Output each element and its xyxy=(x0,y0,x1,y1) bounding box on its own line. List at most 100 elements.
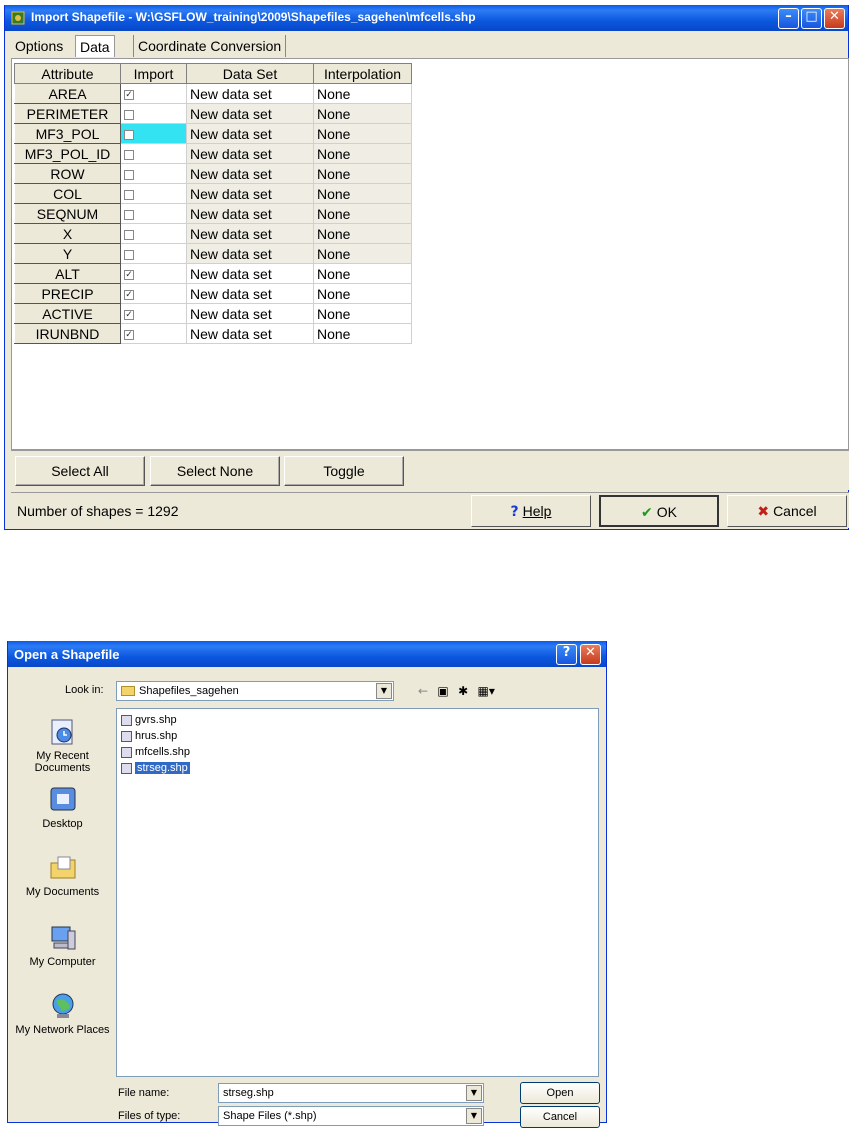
column-header-interpolation[interactable]: Interpolation xyxy=(313,63,412,84)
open-dialog-cancel-button[interactable]: Cancel xyxy=(520,1106,600,1128)
column-header-import[interactable]: Import xyxy=(120,63,187,84)
cell-import[interactable] xyxy=(120,163,187,184)
tab-options[interactable]: Options xyxy=(11,35,67,57)
cell-data-set[interactable]: New data set xyxy=(186,103,314,124)
open-dialog-close-button[interactable]: ✕ xyxy=(580,644,601,665)
import-checkbox[interactable] xyxy=(124,189,134,200)
cell-interpolation[interactable]: None xyxy=(313,283,412,304)
cell-data-set[interactable]: New data set xyxy=(186,223,314,244)
file-type-select[interactable]: Shape Files (*.shp) ▼ xyxy=(218,1106,484,1126)
cell-import[interactable] xyxy=(120,183,187,204)
cell-interpolation[interactable]: None xyxy=(313,203,412,224)
dropdown-arrow-icon[interactable]: ▼ xyxy=(466,1085,482,1101)
import-dialog-titlebar[interactable]: Import Shapefile - W:\GSFLOW_training\20… xyxy=(5,5,848,31)
import-checkbox[interactable] xyxy=(124,149,134,160)
table-row[interactable]: Y New data set None xyxy=(14,243,412,264)
look-in-combo[interactable]: Shapefiles_sagehen ▼ xyxy=(116,681,394,701)
import-checkbox[interactable]: ✓ xyxy=(124,269,134,280)
table-row[interactable]: MF3_POL_ID New data set None xyxy=(14,143,412,164)
place-my-documents[interactable]: My Documents xyxy=(15,853,110,898)
cell-interpolation[interactable]: None xyxy=(313,163,412,184)
cell-interpolation[interactable]: None xyxy=(313,243,412,264)
help-button[interactable]: ? Help xyxy=(471,495,591,527)
cell-interpolation[interactable]: None xyxy=(313,143,412,164)
cell-data-set[interactable]: New data set xyxy=(186,283,314,304)
help-title-button[interactable]: ? xyxy=(556,644,577,665)
tab-coordinate-conversion[interactable]: Coordinate Conversion xyxy=(133,35,287,57)
new-folder-icon[interactable]: ✱ xyxy=(458,684,468,698)
file-item-hrus[interactable]: hrus.shp xyxy=(121,729,177,744)
select-all-button[interactable]: Select All xyxy=(15,456,145,486)
table-row[interactable]: SEQNUM New data set None xyxy=(14,203,412,224)
cell-import[interactable] xyxy=(120,123,187,144)
cell-import[interactable]: ✓ xyxy=(120,283,187,304)
cell-import[interactable]: ✓ xyxy=(120,263,187,284)
place-recent-documents[interactable]: My Recent Documents xyxy=(15,717,110,774)
cell-interpolation[interactable]: None xyxy=(313,263,412,284)
cell-data-set[interactable]: New data set xyxy=(186,323,314,344)
place-network[interactable]: My Network Places xyxy=(15,991,110,1036)
import-checkbox[interactable] xyxy=(124,249,134,260)
cell-interpolation[interactable]: None xyxy=(313,223,412,244)
table-row[interactable]: PRECIP ✓ New data set None xyxy=(14,283,412,304)
select-none-button[interactable]: Select None xyxy=(150,456,280,486)
cell-data-set[interactable]: New data set xyxy=(186,263,314,284)
cell-data-set[interactable]: New data set xyxy=(186,143,314,164)
table-row[interactable]: ROW New data set None xyxy=(14,163,412,184)
table-row[interactable]: X New data set None xyxy=(14,223,412,244)
column-header-data-set[interactable]: Data Set xyxy=(186,63,314,84)
place-desktop[interactable]: Desktop xyxy=(15,785,110,830)
minimize-button[interactable]: – xyxy=(778,8,799,29)
open-button[interactable]: Open xyxy=(520,1082,600,1104)
cell-import[interactable] xyxy=(120,203,187,224)
cell-import[interactable]: ✓ xyxy=(120,323,187,344)
dropdown-arrow-icon[interactable]: ▼ xyxy=(466,1108,482,1124)
file-item-mfcells[interactable]: mfcells.shp xyxy=(121,745,190,760)
cell-interpolation[interactable]: None xyxy=(313,303,412,324)
table-row[interactable]: IRUNBND ✓ New data set None xyxy=(14,323,412,344)
file-name-field[interactable]: strseg.shp ▼ xyxy=(218,1083,484,1103)
cell-import[interactable]: ✓ xyxy=(120,303,187,324)
import-checkbox[interactable] xyxy=(124,229,134,240)
view-menu-icon[interactable]: ▦▾ xyxy=(478,684,495,698)
cell-import[interactable]: ✓ xyxy=(120,83,187,104)
table-row[interactable]: AREA ✓ New data set None xyxy=(14,83,412,104)
toggle-button[interactable]: Toggle xyxy=(284,456,404,486)
cell-data-set[interactable]: New data set xyxy=(186,163,314,184)
cell-data-set[interactable]: New data set xyxy=(186,203,314,224)
cell-import[interactable] xyxy=(120,103,187,124)
cell-interpolation[interactable]: None xyxy=(313,103,412,124)
cell-data-set[interactable]: New data set xyxy=(186,83,314,104)
file-item-gvrs[interactable]: gvrs.shp xyxy=(121,713,177,728)
file-item-strseg[interactable]: strseg.shp xyxy=(121,761,190,776)
table-row[interactable]: MF3_POL New data set None xyxy=(14,123,412,144)
import-checkbox[interactable]: ✓ xyxy=(124,329,134,340)
maximize-button[interactable]: □ xyxy=(801,8,822,29)
cell-interpolation[interactable]: None xyxy=(313,323,412,344)
table-row[interactable]: ALT ✓ New data set None xyxy=(14,263,412,284)
table-row[interactable]: ACTIVE ✓ New data set None xyxy=(14,303,412,324)
import-checkbox[interactable]: ✓ xyxy=(124,309,134,320)
import-checkbox[interactable] xyxy=(124,169,134,180)
import-checkbox[interactable] xyxy=(124,109,134,120)
close-button[interactable]: ✕ xyxy=(824,8,845,29)
cancel-button[interactable]: ✖ Cancel xyxy=(727,495,847,527)
cell-data-set[interactable]: New data set xyxy=(186,183,314,204)
cell-import[interactable] xyxy=(120,223,187,244)
import-checkbox[interactable] xyxy=(124,209,134,220)
cell-data-set[interactable]: New data set xyxy=(186,123,314,144)
cell-import[interactable] xyxy=(120,143,187,164)
import-checkbox[interactable]: ✓ xyxy=(124,89,134,100)
tab-data[interactable]: Data xyxy=(75,35,115,57)
open-dialog-titlebar[interactable]: Open a Shapefile ? ✕ xyxy=(8,641,606,667)
import-checkbox[interactable]: ✓ xyxy=(124,289,134,300)
cell-interpolation[interactable]: None xyxy=(313,83,412,104)
table-row[interactable]: COL New data set None xyxy=(14,183,412,204)
cell-import[interactable] xyxy=(120,243,187,264)
table-row[interactable]: PERIMETER New data set None xyxy=(14,103,412,124)
dropdown-arrow-icon[interactable]: ▼ xyxy=(376,683,392,699)
cell-data-set[interactable]: New data set xyxy=(186,303,314,324)
place-my-computer[interactable]: My Computer xyxy=(15,923,110,968)
ok-button[interactable]: ✔ OK xyxy=(599,495,719,527)
back-icon[interactable]: ← xyxy=(418,684,428,698)
